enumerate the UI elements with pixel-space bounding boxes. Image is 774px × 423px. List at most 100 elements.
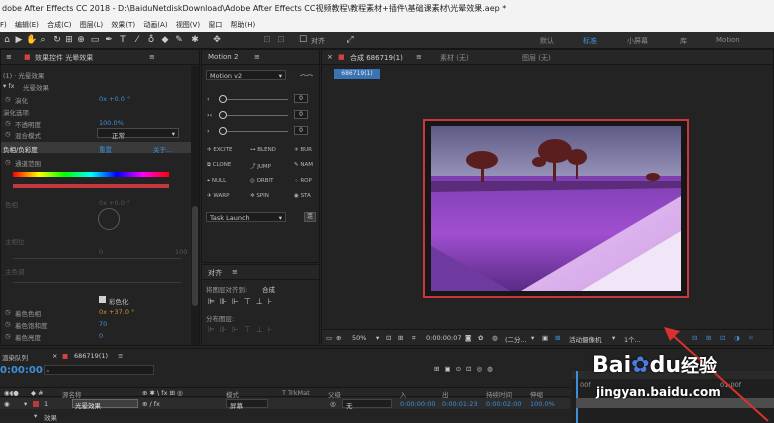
panel-menu-icon[interactable]: ≡ [118,352,123,360]
orbit-button[interactable]: ◎ ORBIT [250,178,273,184]
prop-colorize-saturation-value[interactable]: 70 [99,320,107,328]
col-trkmat[interactable]: T TrkMat [282,389,310,397]
current-timecode[interactable]: 0:00:00:07 [426,334,462,342]
about-link[interactable]: 关于... [153,144,172,154]
layer-stretch-value[interactable]: 100.0% [530,400,555,408]
timeline-comp-tab[interactable]: 686719(1) [74,352,108,360]
layer-duration-value[interactable]: 0:00:02:00 [486,400,522,408]
eye-icon[interactable]: ◉ [4,400,10,408]
snap-icon[interactable]: ⤢ [345,35,355,45]
stopwatch-icon[interactable]: ◷ [5,308,11,316]
axis-world-icon[interactable]: ⊡ [276,35,286,45]
type-tool-icon[interactable]: T [118,35,128,45]
expand-icon[interactable]: ▾ [24,400,27,408]
menu-composition[interactable]: 合成(C) [47,21,71,29]
blend-mode-dropdown[interactable]: 正常 ▾ [97,128,179,140]
blend-button[interactable]: ⊶ BLEND [250,147,276,153]
effects-expand-icon[interactable]: ▾ [34,412,37,420]
menu-file[interactable]: F) [0,21,7,29]
spin-button[interactable]: ✲ SPIN [250,193,269,199]
hand-tool-icon[interactable]: ✋ [26,35,37,45]
prop-opacity-value[interactable]: 100.0% [99,119,124,127]
effect-controls-tab[interactable]: 效果控件 光晕效果 [35,53,93,63]
layer-tab[interactable]: 图层 (无) [522,53,551,63]
align-buttons-icon[interactable]: ⊫⊪⊩⊤⊥⊦ [208,297,277,306]
excite-button[interactable]: ✛ EXCITE [207,147,233,153]
timeline-switches-icon[interactable]: ⊞▣⊙⊡◎◍ [434,365,498,373]
menu-effect[interactable]: 效果(T) [111,21,135,29]
transparency-grid-icon[interactable]: ⊠ [555,334,560,342]
stopwatch-icon[interactable]: ◷ [5,130,11,138]
show-snapshot-icon[interactable]: ✿ [478,334,483,342]
rotate-tool-icon[interactable]: ↻ [52,35,62,45]
ease-value-3[interactable]: 0 [294,126,308,135]
visibility-icon[interactable]: ◉◖● [4,389,19,397]
layer-out-value[interactable]: 0:00:01:23 [442,400,478,408]
prop-evolution-value[interactable]: 0x +0.0 ° [99,95,130,103]
safe-zones-icon[interactable]: ⊡ [386,334,391,342]
label-icon[interactable]: ◆ # [31,389,44,397]
guides-icon[interactable]: ⊕ [336,334,341,342]
ease-value-2[interactable]: 0 [294,110,308,119]
workspace-default[interactable]: 默认 [540,36,554,46]
menu-window[interactable]: 窗口 [208,21,222,29]
stopwatch-icon[interactable]: ◷ [5,320,11,328]
pen-tool-icon[interactable]: ✒ [104,35,114,45]
clone-button[interactable]: ⧉ CLONE [207,162,231,169]
master-hue-slider-track[interactable] [13,282,181,283]
stopwatch-icon[interactable]: ◷ [5,158,11,166]
menu-view[interactable]: 视图(V) [176,21,200,29]
selection-tool-icon[interactable]: ▶ [14,35,24,45]
region-of-interest-icon[interactable]: ▣ [542,334,548,342]
layer-label-color[interactable] [33,401,39,407]
playhead[interactable] [576,371,578,423]
distribute-buttons-icon[interactable]: ⊫⊪⊩⊤⊥⊦ [208,325,277,334]
menu-help[interactable]: 帮助(H) [231,21,256,29]
scrollbar-thumb[interactable] [192,206,198,306]
timeline-search-input[interactable] [44,365,154,375]
pickwhip-icon[interactable]: ◎ [330,400,336,408]
warp-button[interactable]: ✈ WARP [207,193,229,199]
eraser-tool-icon[interactable]: ◆ [160,35,170,45]
close-icon[interactable]: × [52,352,57,360]
stopwatch-icon[interactable]: ◷ [5,95,11,103]
stopwatch-icon[interactable]: ◷ [5,119,11,127]
prop-hue-value[interactable]: 0x +0.0 ° [99,199,130,207]
layer-in-value[interactable]: 0:00:00:00 [400,400,436,408]
colorize-checkbox[interactable] [99,296,106,303]
comp-breadcrumb[interactable]: 686719(1) [334,69,380,79]
align-tab[interactable]: 对齐 [208,268,222,278]
snap-checkbox-icon[interactable]: ☐ [298,35,308,45]
workspace-standard[interactable]: 标准 [583,36,597,46]
mask-icon[interactable]: ⊞ [398,334,403,342]
camera-snapshot-icon[interactable]: ◙ [465,334,471,342]
ease-slider-3[interactable] [222,131,288,132]
panel-menu-icon[interactable]: ≡ [232,268,238,276]
ease-slider-2-knob[interactable] [219,111,227,119]
rectangle-tool-icon[interactable]: ▭ [90,35,100,45]
jump-button[interactable]: ⤴ JUMP [250,162,271,170]
panel-menu-icon[interactable]: ≡ [416,53,422,61]
camera-tool-icon[interactable]: ⊞ [64,35,74,45]
switches-icon[interactable]: ⊕ ✱ \ fx ⊞ ◎ [142,389,183,397]
panel-menu-icon[interactable]: ≡ [254,53,260,61]
fx-effect-name[interactable]: 光晕效果 [23,82,49,92]
resolution-dropdown[interactable]: (二分... [505,334,527,344]
prop-colorize-hue-value[interactable]: 0x +37.0 ° [99,308,134,316]
channel-icon[interactable]: ◍ [492,334,498,342]
home-icon[interactable]: ⌂ [2,35,12,45]
prop-evolution-options-label[interactable]: 演化选项 [3,107,29,117]
align-toggle-label[interactable]: 对齐 [311,36,325,46]
prop-colorize-lightness-value[interactable]: 0 [99,332,103,340]
brush-tool-icon[interactable]: ⁄ [132,35,142,45]
reset-link[interactable]: 重置 [99,144,112,154]
burst-button[interactable]: ✳ BUR [294,147,312,153]
selected-property-row[interactable]: 负相/负彩度 重置 关于... [1,142,191,154]
render-queue-tab[interactable]: 渲染队列 [2,352,28,362]
close-icon[interactable]: × [327,53,333,61]
timeline-timecode[interactable]: 0:00:00 [0,365,43,376]
panel-menu-icon[interactable]: ≡ [149,53,155,61]
roto-brush-icon[interactable]: ✎ [174,35,184,45]
axis-local-icon[interactable]: ⊡ [262,35,272,45]
views-dropdown[interactable]: 1个... [624,334,641,344]
